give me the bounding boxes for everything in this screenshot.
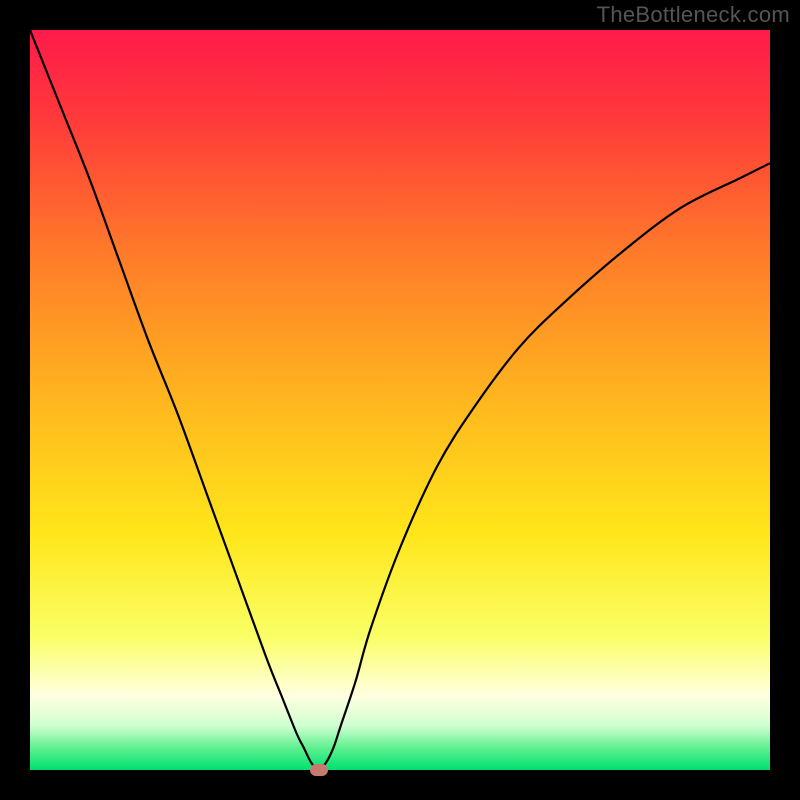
gradient-background [30,30,770,770]
plot-area [30,30,770,770]
chart-svg [30,30,770,770]
chart-frame: TheBottleneck.com [0,0,800,800]
watermark-text: TheBottleneck.com [597,2,790,28]
optimal-point-marker [310,764,328,776]
